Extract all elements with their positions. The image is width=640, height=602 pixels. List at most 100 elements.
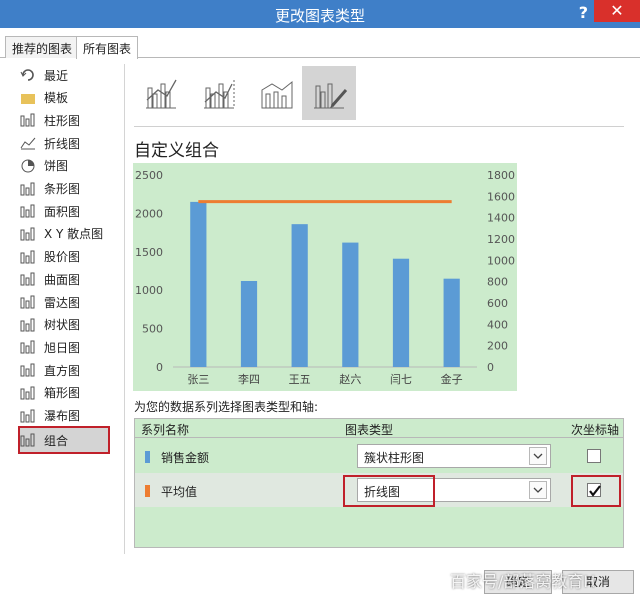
y-tick-label: 2000 [135, 207, 163, 220]
y2-tick-label: 1400 [487, 212, 515, 225]
chart-bar [291, 224, 308, 367]
y-tick-label: 1500 [135, 246, 163, 259]
series-prompt: 为您的数据系列选择图表类型和轴: [134, 400, 319, 414]
watermark-text: 百家号/部落窝教育H [450, 572, 596, 591]
sidebar-item-label: 组合 [44, 433, 69, 448]
sidebar-item[interactable]: 折线图 [20, 132, 124, 154]
x-tick-label: 张三 [187, 373, 209, 386]
sidebar-item[interactable]: 树状图 [20, 314, 124, 336]
col-header-series: 系列名称 [141, 423, 190, 437]
sidebar-item[interactable]: 条形图 [20, 178, 124, 200]
series-grid: 系列名称 图表类型 次坐标轴 销售金额 簇状柱形图 平均值 折线图 [134, 418, 624, 548]
y2-tick-label: 200 [487, 340, 508, 353]
stock-chart-icon [20, 250, 36, 264]
sidebar-item-label: 最近 [44, 68, 69, 83]
combo-clustered-line-secondary-icon [204, 80, 235, 109]
chart-preview: 0 500 1000 1500 2000 2500 0 200 400 600 800 1000 120… [133, 163, 517, 391]
col-header-type: 图表类型 [345, 423, 394, 437]
title-bar: 更改图表类型 ? ✕ [0, 0, 640, 28]
window-title: 更改图表类型 [274, 7, 365, 25]
sidebar-item-label: X Y 散点图 [44, 227, 104, 242]
sidebar-item[interactable]: 瀑布图 [20, 405, 124, 427]
sidebar-item[interactable]: 旭日图 [20, 336, 124, 358]
chart-bar [240, 280, 258, 367]
pie-chart-icon [20, 159, 36, 173]
chart-bar [342, 242, 359, 367]
sidebar-item[interactable]: X Y 散点图 [20, 223, 124, 245]
tab-recommended[interactable]: 推荐的图表 [5, 36, 80, 58]
y-tick-label: 1000 [135, 284, 163, 297]
bar-chart-icon [20, 182, 36, 196]
y-tick-label: 2500 [135, 169, 163, 182]
sunburst-icon [20, 340, 36, 354]
x-tick-label: 金子 [441, 372, 463, 386]
treemap-icon [20, 318, 36, 332]
y2-tick-label: 800 [487, 276, 508, 289]
sidebar-item-label: 柱形图 [44, 113, 81, 128]
secondary-axis-checkbox[interactable] [587, 449, 601, 463]
y2-tick-label: 1000 [487, 254, 515, 267]
tab-strip: 推荐的图表 所有图表 [0, 36, 640, 59]
sidebar-item[interactable]: 最近 [20, 64, 124, 86]
sidebar-item[interactable]: 箱形图 [20, 382, 124, 404]
sidebar-item-label: 条形图 [44, 182, 81, 196]
sidebar-item[interactable]: 直方图 [20, 359, 124, 381]
waterfall-icon [20, 409, 36, 423]
sidebar-item[interactable]: 股价图 [20, 246, 124, 268]
sidebar-item[interactable]: 模板 [20, 87, 124, 109]
histogram-icon [20, 363, 36, 377]
surface-chart-icon [20, 272, 36, 286]
sidebar-item-label: 曲面图 [44, 272, 81, 287]
sidebar-item-label: 箱形图 [44, 386, 81, 401]
folder-icon [20, 91, 36, 105]
sidebar-item[interactable]: 雷达图 [20, 291, 124, 313]
sidebar-item-label: 瀑布图 [44, 409, 81, 423]
grid-header-line [135, 437, 623, 438]
sidebar-item[interactable]: 面积图 [20, 200, 124, 222]
chart-type-value: 簇状柱形图 [364, 451, 425, 465]
close-button[interactable]: ✕ [594, 0, 640, 22]
series-row: 销售金额 簇状柱形图 [135, 439, 623, 473]
tab-all-charts[interactable]: 所有图表 [76, 36, 139, 59]
x-tick-label: 王五 [289, 373, 311, 386]
series-name: 平均值 [161, 485, 198, 499]
combo-section-title: 自定义组合 [134, 141, 219, 161]
combo-type-clustered-line-secondary[interactable] [192, 66, 246, 120]
chevron-down-icon[interactable] [529, 481, 547, 499]
chart-bar [443, 278, 460, 367]
sidebar-item-label: 折线图 [44, 136, 81, 151]
combo-type-clustered-line[interactable] [134, 66, 188, 120]
x-tick-label: 闫七 [390, 373, 412, 386]
gallery-divider [134, 126, 624, 127]
chart-type-select[interactable]: 簇状柱形图 [357, 444, 551, 468]
recent-icon [20, 68, 36, 82]
y2-tick-label: 1800 [487, 169, 515, 182]
series-color-swatch [145, 485, 150, 497]
combo-clustered-line-icon [146, 79, 177, 109]
series-color-swatch [145, 451, 150, 463]
x-tick-label: 李四 [238, 372, 260, 386]
help-button[interactable]: ? [579, 3, 588, 22]
chevron-down-icon[interactable] [529, 447, 547, 465]
combo-type-stacked-area-column[interactable] [250, 66, 304, 120]
line-chart-icon [20, 136, 36, 150]
y2-tick-label: 600 [487, 297, 508, 310]
chart-bar [392, 258, 410, 367]
highlight-type-select [343, 475, 435, 507]
sidebar-item[interactable]: 饼图 [20, 155, 124, 177]
y-tick-label: 0 [156, 361, 163, 374]
sidebar-item[interactable]: 曲面图 [20, 268, 124, 290]
sidebar-item[interactable]: 组合 [18, 426, 110, 454]
sidebar-item-label: 模板 [44, 91, 69, 106]
scatter-chart-icon [20, 227, 36, 241]
sidebar-item-label: 面积图 [44, 204, 81, 219]
combo-custom-pencil-icon [314, 83, 348, 109]
sidebar-item-label: 股价图 [44, 250, 81, 265]
sidebar-item-label: 直方图 [44, 363, 81, 378]
sidebar-item[interactable]: 柱形图 [20, 109, 124, 131]
combo-chart-icon [20, 433, 36, 447]
chart-bar [190, 201, 207, 367]
y2-tick-label: 1200 [487, 233, 515, 246]
y2-tick-label: 1600 [487, 190, 515, 203]
combo-type-custom[interactable] [302, 66, 356, 120]
